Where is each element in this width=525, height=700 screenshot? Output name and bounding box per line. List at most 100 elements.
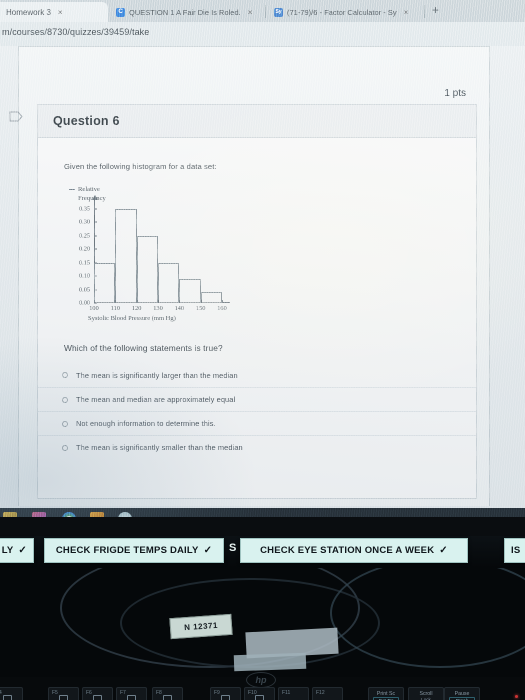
tab-close-icon[interactable]: × — [404, 8, 409, 17]
key-f12[interactable]: F12 — [312, 687, 343, 700]
y-tick-label: 0.10 — [78, 272, 90, 280]
x-tick-mark — [158, 300, 159, 303]
answer-option-label: The mean and median are approximately eq… — [76, 395, 236, 404]
app-icon[interactable] — [118, 512, 132, 517]
key-print-sc[interactable]: Print ScSys Rq — [368, 687, 404, 700]
cable-loop — [330, 568, 525, 668]
browser-url-bar[interactable]: m/courses/8730/quizzes/39459/take — [0, 22, 525, 46]
radio-button[interactable] — [62, 396, 68, 403]
label-text: CHECK EYE STATION ONCE A WEEK — [260, 545, 435, 556]
tab-close-icon[interactable]: × — [248, 8, 253, 17]
key-function-icon — [93, 695, 102, 700]
check-icon: ✓ — [203, 545, 213, 556]
chart-y-axis-label: Relative Frequency — [78, 186, 106, 202]
status-led-icon — [515, 695, 518, 698]
x-tick-label: 100 — [89, 305, 99, 312]
windows-taskbar — [0, 508, 525, 517]
key-f10[interactable]: F10 — [244, 687, 275, 700]
equipment-sticker — [233, 652, 307, 672]
teams-icon[interactable] — [32, 512, 46, 517]
key-pause[interactable]: PauseBreak — [444, 687, 480, 700]
tab-divider — [424, 5, 425, 18]
y-tick-mark — [94, 235, 97, 237]
s-badge-label: S — [229, 542, 237, 554]
chrome-icon[interactable] — [62, 512, 76, 517]
radio-button[interactable] — [62, 444, 68, 451]
explorer-icon[interactable] — [90, 512, 104, 517]
question-header: Question 6 1 pts — [38, 88, 476, 138]
label-strip-band: LY ✓ CHECK FRIGDE TEMPS DAILY ✓ S CHECK … — [0, 536, 525, 568]
answer-option-2[interactable]: The mean and median are approximately eq… — [38, 387, 476, 411]
key-f5[interactable]: F5 — [48, 687, 79, 700]
label-text: LY — [1, 545, 14, 556]
histogram-chart: Relative Frequency 0.00 0.05 0.10 0.15 0.20 0.… — [64, 185, 239, 335]
key-label: F5 — [52, 690, 58, 696]
monitor-bezel-and-desk: LY ✓ CHECK FRIGDE TEMPS DAILY ✓ S CHECK … — [0, 517, 525, 700]
radio-button[interactable] — [62, 420, 68, 427]
y-tick-label: 0.20 — [78, 245, 90, 253]
browser-tab-strip: Homework 3 × C QUESTION 1 A Fair Die Is … — [0, 0, 525, 22]
key-scroll[interactable]: Scroll Lock — [408, 687, 444, 700]
question-title: Question 6 — [53, 114, 120, 128]
key-f4[interactable]: F4 — [0, 687, 23, 700]
key-function-icon — [255, 695, 264, 700]
y-tick-mark — [94, 248, 97, 250]
key-function-icon — [127, 695, 136, 700]
browser-tab-homework-3[interactable]: Homework 3 × — [0, 2, 108, 22]
symbolab-icon: Sy — [274, 7, 283, 17]
asset-tag: N 12371 — [169, 613, 233, 640]
label-strip-fridge-temps: CHECK FRIGDE TEMPS DAILY ✓ — [44, 538, 224, 563]
y-tick-label: 0.05 — [78, 286, 90, 294]
key-function-icon — [221, 695, 230, 700]
key-label: F7 — [120, 690, 126, 696]
key-f6[interactable]: F6 — [82, 687, 113, 700]
photographed-monitor-screenshot: Homework 3 × C QUESTION 1 A Fair Die Is … — [0, 0, 525, 700]
x-tick-label: 140 — [174, 305, 185, 312]
canvas-quiz-page: Question 6 1 pts Given the following his… — [9, 46, 490, 506]
label-strip-eye-station: CHECK EYE STATION ONCE A WEEK ✓ — [240, 538, 468, 563]
new-tab-button[interactable]: + — [432, 3, 439, 17]
x-tick-mark — [222, 300, 223, 303]
x-tick-label: 160 — [217, 305, 227, 312]
key-function-icon — [3, 695, 12, 700]
key-label: F9 — [214, 690, 220, 696]
key-f7[interactable]: F7 — [116, 687, 147, 700]
key-label: F12 — [316, 690, 325, 696]
radio-button[interactable] — [62, 372, 68, 378]
key-label: F4 — [0, 690, 2, 696]
question-flag-icon[interactable] — [9, 111, 23, 122]
label-text: CHECK FRIGDE TEMPS DAILY — [55, 545, 199, 556]
start-icon[interactable] — [3, 512, 17, 517]
tab-close-icon[interactable]: × — [58, 8, 63, 17]
key-label: F11 — [282, 690, 291, 696]
x-tick-mark — [115, 300, 117, 303]
chart-x-axis-label: Systolic Blood Pressure (mm Hg) — [88, 315, 176, 322]
tab-title: QUESTION 1 A Fair Die Is Roled. — [129, 7, 241, 17]
x-tick-mark — [94, 300, 95, 303]
y-tick-label: 0.25 — [78, 232, 90, 240]
tab-divider — [265, 5, 266, 18]
y-axis-arrow-icon — [91, 195, 98, 200]
y-tick-label: 0.30 — [78, 218, 90, 226]
key-f9[interactable]: F9 — [210, 687, 241, 700]
axis-dash-icon — [69, 189, 75, 190]
key-f11[interactable]: F11 — [278, 687, 309, 700]
histogram-plot-area: 0.00 0.05 0.10 0.15 0.20 0.25 0.30 0.35 100 110 12… — [79, 195, 230, 312]
y-tick-mark — [94, 208, 97, 210]
answer-option-3[interactable]: Not enough information to determine this… — [38, 411, 476, 435]
answer-option-1[interactable]: The mean is significantly larger than th… — [38, 363, 476, 387]
browser-tab-factor-calculator[interactable]: Sy (71-79)/6 - Factor Calculator - Sy × — [268, 2, 428, 22]
browser-tab-question-1[interactable]: C QUESTION 1 A Fair Die Is Roled. × — [110, 2, 262, 22]
keyboard: hp F4 F5 F6 F7 F8 F9 F10 F11 F12 Print ScSys Rq Sc… — [0, 672, 525, 700]
question-prompt: Given the following histogram for a data… — [64, 162, 217, 171]
histogram-bar — [200, 292, 222, 303]
answer-option-4[interactable]: The mean is significantly smaller than t… — [38, 435, 476, 459]
key-f8[interactable]: F8 — [152, 687, 183, 700]
url-text: m/courses/8730/quizzes/39459/take — [2, 27, 150, 37]
key-label: F8 — [156, 690, 162, 696]
hp-logo: hp — [246, 672, 276, 688]
check-icon: ✓ — [439, 545, 448, 556]
tab-title: Homework 3 — [6, 7, 51, 17]
question-points: 1 pts — [444, 88, 466, 99]
monitor-screen: Homework 3 × C QUESTION 1 A Fair Die Is … — [0, 0, 525, 517]
